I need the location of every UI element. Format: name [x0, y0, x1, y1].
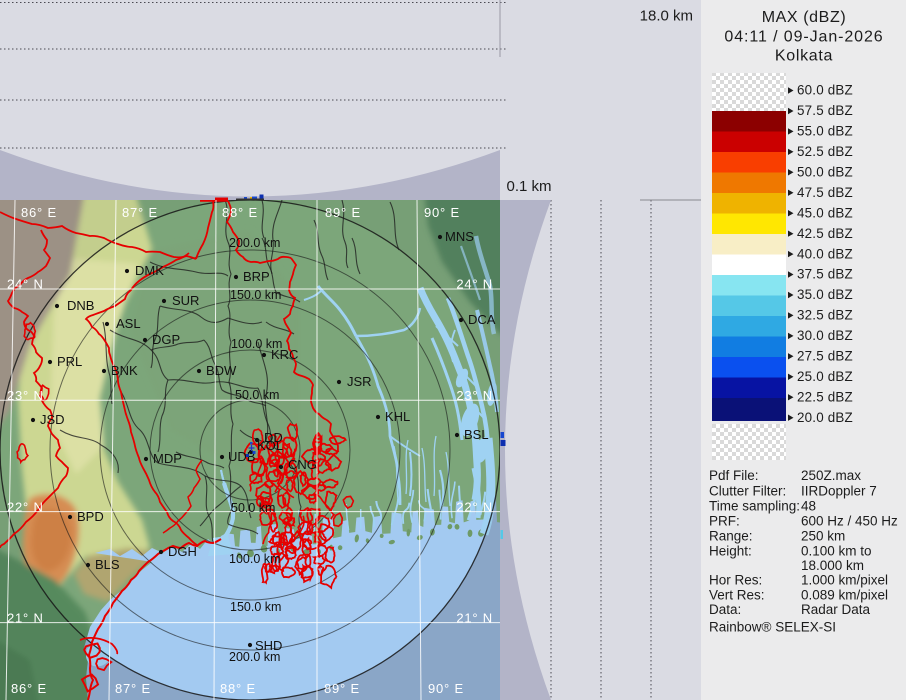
svg-text:37.5 dBZ: 37.5 dBZ [797, 267, 853, 282]
svg-text:200.0 km: 200.0 km [229, 236, 280, 250]
svg-text:25.0 dBZ: 25.0 dBZ [797, 369, 853, 384]
svg-text:BNK: BNK [111, 363, 138, 378]
svg-text:Range:: Range: [709, 529, 753, 544]
svg-text:100.0 km: 100.0 km [229, 552, 280, 566]
svg-text:22° N: 22° N [7, 499, 44, 514]
svg-text:48: 48 [801, 499, 816, 514]
svg-text:JSR: JSR [347, 374, 372, 389]
svg-text:BPD: BPD [77, 509, 104, 524]
svg-text:Pdf File:: Pdf File: [709, 468, 759, 483]
svg-text:IIRDoppler 7: IIRDoppler 7 [801, 484, 877, 499]
svg-text:Hor Res:: Hor Res: [709, 573, 762, 588]
svg-text:CNG: CNG [288, 457, 317, 472]
svg-text:90° E: 90° E [424, 205, 460, 220]
svg-text:PRF:: PRF: [709, 514, 740, 529]
svg-text:600 Hz / 450 Hz: 600 Hz / 450 Hz [801, 514, 898, 529]
svg-text:Radar Data: Radar Data [801, 602, 871, 617]
svg-text:Kolkata: Kolkata [775, 48, 833, 65]
svg-text:50.0 km: 50.0 km [235, 388, 279, 402]
svg-text:30.0 dBZ: 30.0 dBZ [797, 328, 853, 343]
svg-text:45.0 dBZ: 45.0 dBZ [797, 205, 853, 220]
svg-text:87° E: 87° E [122, 205, 158, 220]
svg-text:DGP: DGP [152, 332, 180, 347]
svg-text:0.089 km/pixel: 0.089 km/pixel [801, 588, 888, 603]
svg-text:52.5 dBZ: 52.5 dBZ [797, 144, 853, 159]
svg-text:Vert Res:: Vert Res: [709, 588, 765, 603]
svg-text:27.5 dBZ: 27.5 dBZ [797, 349, 853, 364]
svg-text:87° E: 87° E [115, 681, 151, 696]
svg-text:BLS: BLS [95, 557, 120, 572]
svg-text:BDW: BDW [206, 363, 237, 378]
svg-text:MDP: MDP [153, 451, 182, 466]
svg-text:Clutter Filter:: Clutter Filter: [709, 484, 786, 499]
svg-text:18.000 km: 18.000 km [801, 558, 864, 573]
svg-text:60.0 dBZ: 60.0 dBZ [797, 83, 853, 98]
svg-text:PRL: PRL [57, 354, 82, 369]
svg-text:DGH: DGH [168, 544, 197, 559]
svg-text:90° E: 90° E [428, 681, 464, 696]
svg-text:BSL: BSL [464, 427, 489, 442]
svg-text:50.0 km: 50.0 km [231, 501, 275, 515]
svg-text:DMK: DMK [135, 263, 164, 278]
svg-text:Height:: Height: [709, 544, 752, 559]
svg-text:UDB: UDB [228, 449, 255, 464]
svg-text:86° E: 86° E [11, 681, 47, 696]
svg-text:150.0 km: 150.0 km [230, 600, 281, 614]
svg-text:47.5 dBZ: 47.5 dBZ [797, 185, 853, 200]
svg-text:55.0 dBZ: 55.0 dBZ [797, 124, 853, 139]
svg-text:150.0 km: 150.0 km [230, 288, 281, 302]
svg-text:Time sampling:: Time sampling: [709, 499, 800, 514]
svg-text:21° N: 21° N [456, 610, 493, 625]
svg-text:24° N: 24° N [456, 277, 493, 292]
svg-text:88° E: 88° E [220, 681, 256, 696]
svg-text:24° N: 24° N [7, 277, 44, 292]
svg-text:MAX (dBZ): MAX (dBZ) [762, 9, 847, 26]
svg-text:JSD: JSD [40, 412, 65, 427]
svg-text:23° N: 23° N [7, 388, 44, 403]
svg-text:86° E: 86° E [21, 205, 57, 220]
svg-text:04:11 / 09-Jan-2026: 04:11 / 09-Jan-2026 [724, 29, 883, 46]
svg-text:BRP: BRP [243, 269, 270, 284]
svg-text:88° E: 88° E [222, 205, 258, 220]
svg-text:DCA: DCA [468, 312, 496, 327]
svg-text:Rainbow® SELEX-SI: Rainbow® SELEX-SI [709, 620, 836, 635]
svg-text:20.0 dBZ: 20.0 dBZ [797, 410, 853, 425]
svg-text:0.100 km to: 0.100 km to [801, 544, 872, 559]
svg-text:22.5 dBZ: 22.5 dBZ [797, 389, 853, 404]
svg-text:KOL: KOL [257, 438, 283, 453]
svg-text:23° N: 23° N [456, 388, 493, 403]
svg-text:DNB: DNB [67, 298, 94, 313]
svg-text:35.0 dBZ: 35.0 dBZ [797, 287, 853, 302]
svg-text:22° N: 22° N [456, 499, 493, 514]
svg-text:40.0 dBZ: 40.0 dBZ [797, 246, 853, 261]
svg-text:SHD: SHD [255, 638, 282, 653]
svg-text:KHL: KHL [385, 409, 410, 424]
svg-text:250Z.max: 250Z.max [801, 468, 861, 483]
svg-text:0.1 km: 0.1 km [507, 178, 552, 195]
svg-text:42.5 dBZ: 42.5 dBZ [797, 226, 853, 241]
svg-text:MNS: MNS [445, 229, 474, 244]
svg-text:1.000 km/pixel: 1.000 km/pixel [801, 573, 888, 588]
svg-text:50.0 dBZ: 50.0 dBZ [797, 165, 853, 180]
svg-text:89° E: 89° E [324, 681, 360, 696]
svg-text:ASL: ASL [116, 316, 141, 331]
svg-text:Data:: Data: [709, 602, 741, 617]
svg-text:32.5 dBZ: 32.5 dBZ [797, 308, 853, 323]
svg-text:SUR: SUR [172, 293, 199, 308]
svg-text:KRC: KRC [271, 347, 298, 362]
svg-text:89° E: 89° E [325, 205, 361, 220]
svg-text:21° N: 21° N [7, 610, 44, 625]
svg-text:250 km: 250 km [801, 529, 845, 544]
svg-text:57.5 dBZ: 57.5 dBZ [797, 103, 853, 118]
svg-text:18.0 km: 18.0 km [640, 8, 693, 25]
